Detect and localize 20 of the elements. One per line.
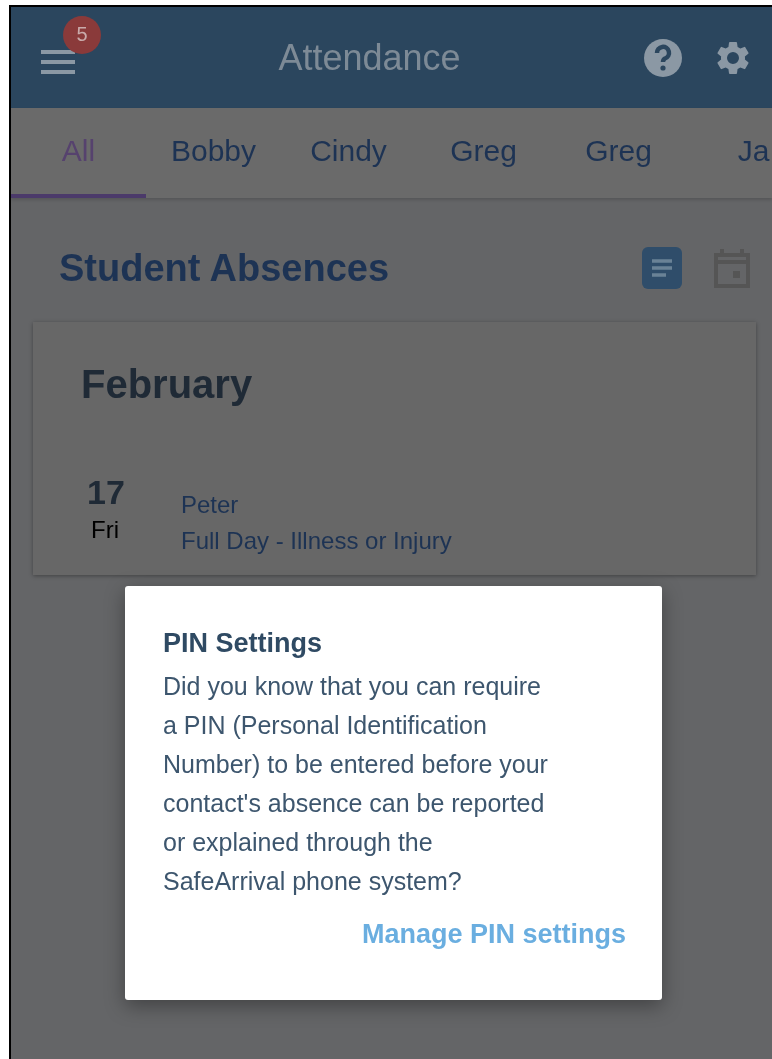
manage-pin-settings-link[interactable]: Manage PIN settings [361, 919, 626, 950]
student-tab[interactable]: Bobby [146, 108, 281, 198]
dialog-message: Did you know that you can require a PIN (Personal Identification Number) to be entered before your contact's absence can be reported or explained through the SafeArrival phone system? [163, 671, 549, 897]
absence-day: 17 [87, 473, 125, 512]
menu-button[interactable]: 5 [41, 15, 103, 82]
dialog-title: PIN Settings [163, 628, 324, 659]
menu-icon [41, 47, 75, 76]
app-title: Attendance [277, 36, 462, 79]
student-tab[interactable]: Greg [416, 108, 551, 198]
section-title: Student Absences [59, 246, 391, 290]
student-tab[interactable]: Ja [686, 108, 772, 198]
list-view-button[interactable] [642, 247, 682, 289]
help-button[interactable] [642, 36, 684, 79]
student-name: Peter [181, 490, 240, 520]
student-tab[interactable]: Greg [551, 108, 686, 198]
absence-reason: Full Day - Illness or Injury [181, 526, 452, 556]
list-icon [650, 258, 674, 278]
month-title: February [81, 362, 254, 407]
student-tab[interactable]: Cindy [281, 108, 416, 198]
absence-weekday: Fri [91, 516, 119, 544]
